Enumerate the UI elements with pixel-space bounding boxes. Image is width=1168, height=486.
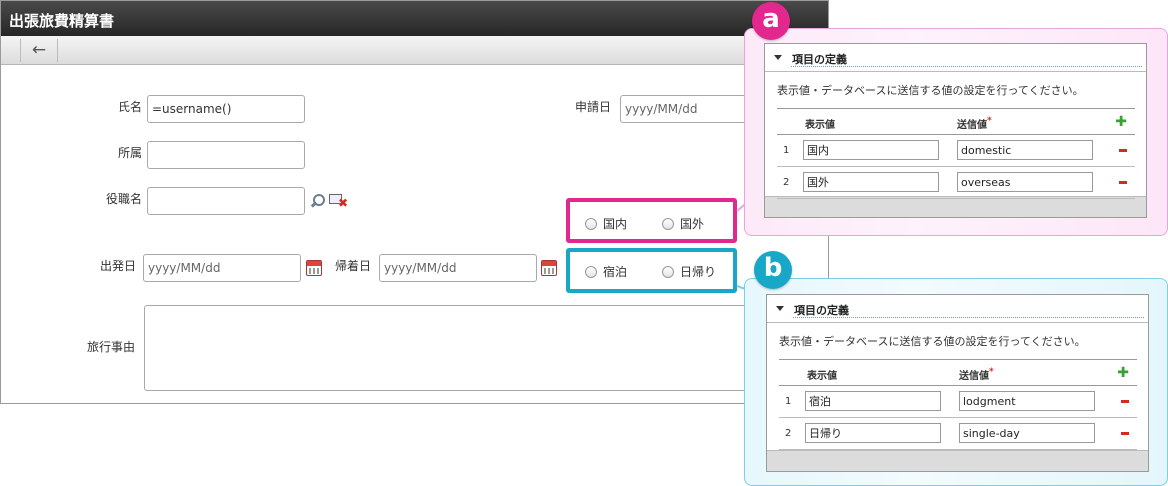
affiliation-label: 所属 [118,146,143,160]
table-header: 表示値 送信値* ✚ [777,109,1135,135]
name-input[interactable] [147,95,305,123]
item-table: 表示値 送信値* ✚ 1 2 [779,359,1137,450]
item-table: 表示値 送信値* ✚ 1 2 [777,108,1135,199]
row-number: 1 [783,145,790,156]
item-definition-panel-a: 項目の定義 表示値・データベースに送信する値の設定を行ってください。 表示値 送… [764,43,1147,218]
calendar-icon[interactable] [541,260,557,276]
remove-row-icon[interactable] [1121,400,1129,403]
section-divider [793,317,1144,318]
row-number: 2 [785,428,792,439]
item-definition-panel-b: 項目の定義 表示値・データベースに送信する値の設定を行ってください。 表示値 送… [766,294,1149,472]
departure-label: 出発日 [100,259,137,273]
display-value-input[interactable] [803,172,939,192]
panel-body: 項目の定義 表示値・データベースに送信する値の設定を行ってください。 表示値 送… [765,44,1146,199]
panel-description: 表示値・データベースに送信する値の設定を行ってください。 [779,335,1086,348]
send-value-input[interactable] [959,391,1095,411]
send-value-input[interactable] [959,423,1095,443]
col-send-header: 送信値* [957,116,992,131]
section-title: 項目の定義 [794,304,849,317]
section-header[interactable]: 項目の定義 [767,295,1148,323]
add-row-icon[interactable]: ✚ [1117,365,1129,381]
toolbar: ← [1,36,828,65]
remove-row-icon[interactable] [1119,181,1127,184]
back-button[interactable]: ← [20,39,58,62]
add-row-icon[interactable]: ✚ [1115,114,1127,130]
required-mark: * [989,367,994,377]
return-date-input[interactable] [379,254,537,282]
col-display-header: 表示値 [805,120,835,131]
calendar-icon[interactable] [306,260,322,276]
window-title: 出張旅費精算書 [1,1,828,36]
send-value-input[interactable] [957,140,1093,160]
display-value-input[interactable] [805,391,941,411]
row-number: 1 [785,396,792,407]
table-header: 表示値 送信値* ✚ [779,360,1137,386]
reason-label: 旅行事由 [87,340,136,354]
col-send-label: 送信値 [959,371,989,382]
table-row: 1 [777,135,1135,167]
highlight-box-b [566,248,737,293]
display-value-input[interactable] [803,140,939,160]
badge-b: b [754,251,792,289]
section-title: 項目の定義 [792,53,847,66]
reason-textarea[interactable] [144,305,828,391]
section-divider [791,66,1142,67]
remove-row-icon[interactable] [1119,149,1127,152]
table-row: 1 [779,386,1137,418]
position-input[interactable] [147,187,305,215]
panel-description: 表示値・データベースに送信する値の設定を行ってください。 [777,84,1084,97]
panel-body: 項目の定義 表示値・データベースに送信する値の設定を行ってください。 表示値 送… [767,295,1148,451]
return-label: 帰着日 [335,259,372,273]
badge-a: a [752,2,790,40]
send-value-input[interactable] [957,172,1093,192]
row-number: 2 [783,177,790,188]
col-display-header: 表示値 [807,371,837,382]
remove-row-icon[interactable] [1121,432,1129,435]
highlight-box-a [566,198,737,243]
clear-icon[interactable]: ✖ [329,193,348,209]
affiliation-input[interactable] [147,141,305,169]
section-header[interactable]: 項目の定義 [765,44,1146,72]
apply-date-label: 申請日 [575,100,612,114]
display-value-input[interactable] [805,423,941,443]
name-label: 氏名 [118,100,143,114]
collapse-triangle-icon[interactable] [774,55,782,60]
required-mark: * [987,116,992,126]
col-send-header: 送信値* [959,367,994,382]
departure-date-input[interactable] [143,254,301,282]
search-icon[interactable] [309,193,326,210]
arrow-left-icon: ← [31,40,47,60]
collapse-triangle-icon[interactable] [776,306,784,311]
table-row: 2 [777,167,1135,199]
col-send-label: 送信値 [957,120,987,131]
position-label: 役職名 [106,192,143,206]
table-row: 2 [779,418,1137,450]
